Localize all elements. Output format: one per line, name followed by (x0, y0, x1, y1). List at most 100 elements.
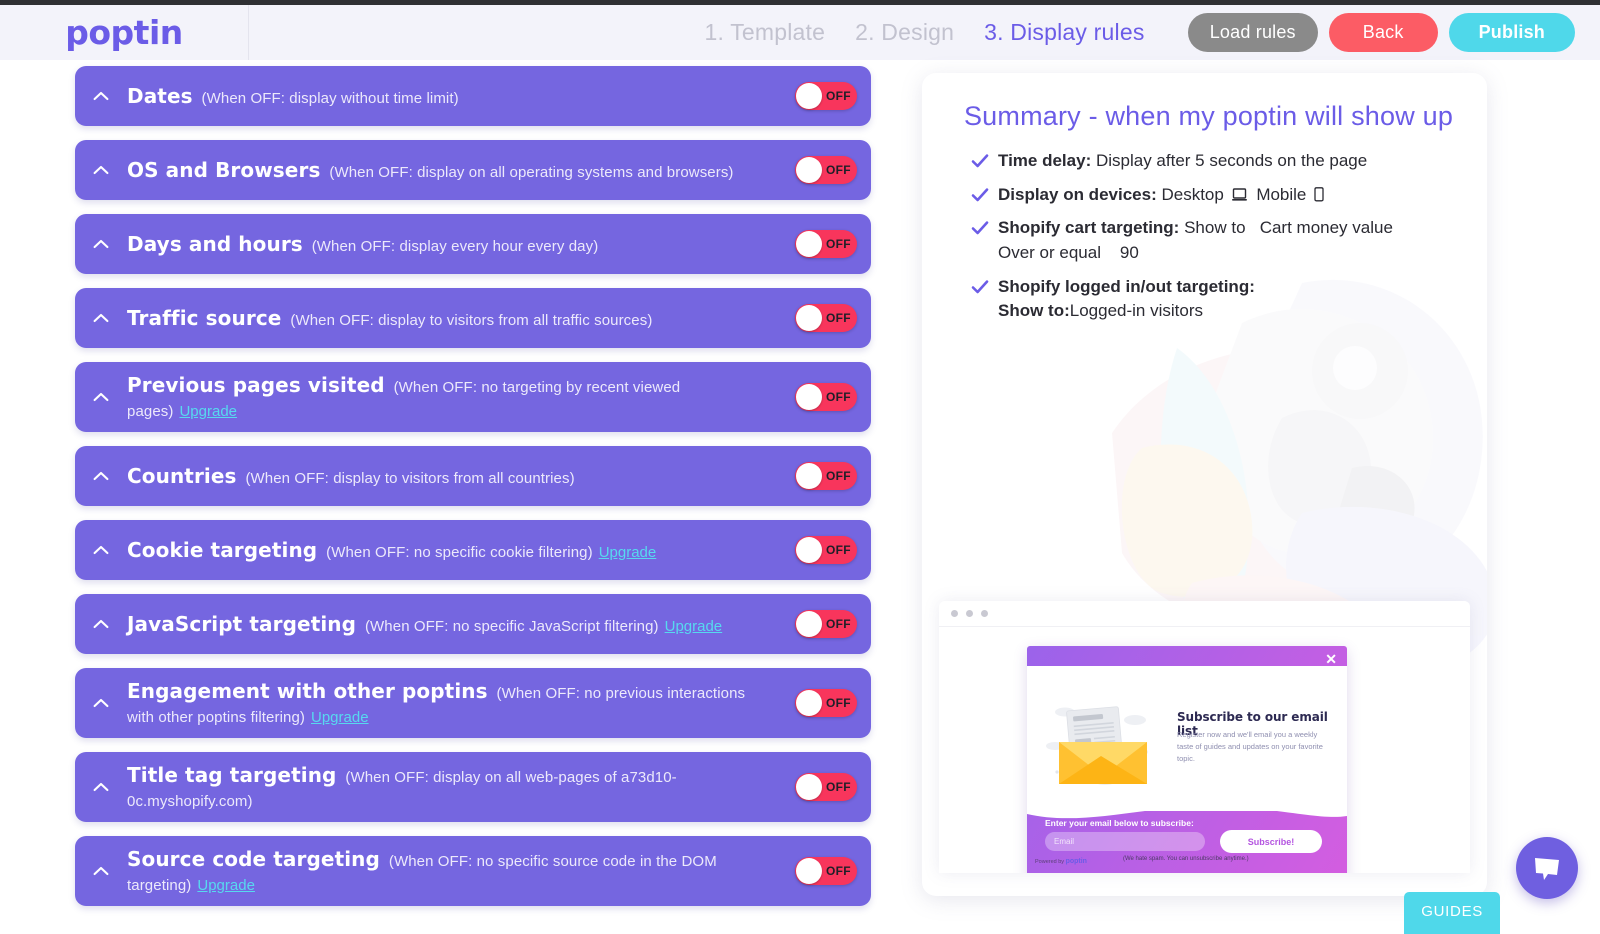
upgrade-link[interactable]: Upgrade (197, 877, 255, 894)
chevron-up-icon[interactable] (75, 239, 127, 249)
summary-item-display-devices: Display on devices: Desktop Mobile (969, 183, 1487, 208)
rule-title: Traffic source (127, 306, 282, 330)
chevron-up-icon[interactable] (75, 392, 127, 402)
toggle-state-label: OFF (826, 311, 851, 325)
app-root: poptin 1. Template 2. Design 3. Display … (0, 0, 1600, 934)
summary-sublabel: Show to: (998, 301, 1070, 321)
rule-description: (When OFF: no specific JavaScript filter… (364, 618, 659, 635)
chevron-up-icon[interactable] (75, 619, 127, 629)
rule-title: Source code targeting (127, 847, 380, 871)
toggle-knob (796, 231, 822, 257)
rule-row[interactable]: Title tag targeting (When OFF: display o… (75, 752, 871, 822)
summary-subvalue: Over or equal 90 (998, 242, 1139, 262)
chat-fab-button[interactable] (1516, 837, 1578, 899)
toggle-knob (796, 690, 822, 716)
popup-subscribe-button[interactable]: Subscribe! (1220, 830, 1322, 853)
powered-prefix: Powered by (1035, 859, 1065, 865)
rule-toggle[interactable]: OFF (795, 536, 857, 564)
rule-row[interactable]: Dates (When OFF: display without time li… (75, 66, 871, 126)
summary-item-cart-targeting: Shopify cart targeting: Show to Cart mon… (969, 216, 1487, 265)
check-icon (971, 154, 989, 168)
rule-row[interactable]: Traffic source (When OFF: display to vis… (75, 288, 871, 348)
step-display-rules[interactable]: 3. Display rules (984, 19, 1144, 46)
rule-body: Traffic source (When OFF: display to vis… (127, 303, 871, 333)
rule-row[interactable]: Countries (When OFF: display to visitors… (75, 446, 871, 506)
popup-subtext: Register now and we'll email you a weekl… (1177, 730, 1323, 763)
summary-label: Display on devices: (998, 184, 1157, 204)
toggle-knob (796, 858, 822, 884)
mock-dot-red (951, 610, 958, 617)
chevron-up-icon[interactable] (75, 782, 127, 792)
rule-row[interactable]: Days and hours (When OFF: display every … (75, 214, 871, 274)
rule-row[interactable]: JavaScript targeting (When OFF: no speci… (75, 594, 871, 654)
popup-powered-by: Powered by poptin (1035, 858, 1087, 865)
summary-label: Time delay: (998, 151, 1092, 170)
upgrade-link[interactable]: Upgrade (599, 544, 657, 561)
poptin-logo[interactable]: poptin (0, 5, 249, 60)
rule-body: Days and hours (When OFF: display every … (127, 229, 871, 259)
rule-toggle[interactable]: OFF (795, 857, 857, 885)
rule-toggle[interactable]: OFF (795, 773, 857, 801)
chevron-up-icon[interactable] (75, 698, 127, 708)
rule-title: Previous pages visited (127, 373, 385, 397)
summary-value: Display after 5 seconds on the page (1095, 151, 1368, 170)
toggle-knob (796, 384, 822, 410)
chevron-up-icon[interactable] (75, 91, 127, 101)
rule-description: (When OFF: no specific cookie filtering) (326, 544, 593, 561)
load-rules-button[interactable]: Load rules (1187, 13, 1318, 52)
rule-toggle[interactable]: OFF (795, 610, 857, 638)
upgrade-link[interactable]: Upgrade (311, 709, 369, 726)
rule-row[interactable]: Previous pages visited (When OFF: no tar… (75, 362, 871, 432)
rule-title: Dates (127, 84, 193, 108)
rule-row[interactable]: OS and Browsers (When OFF: display on al… (75, 140, 871, 200)
chevron-up-icon[interactable] (75, 545, 127, 555)
rule-body: Dates (When OFF: display without time li… (127, 81, 871, 111)
toggle-state-label: OFF (826, 780, 851, 794)
poptin-logo-text: poptin (65, 13, 183, 52)
summary-label: Shopify cart targeting: (998, 218, 1180, 238)
rule-row[interactable]: Cookie targeting (When OFF: no specific … (75, 520, 871, 580)
rule-toggle[interactable]: OFF (795, 462, 857, 490)
rule-description: (When OFF: display on all operating syst… (329, 164, 734, 181)
upgrade-link[interactable]: Upgrade (665, 618, 723, 635)
envelope-illustration (1046, 706, 1148, 785)
rule-body: Cookie targeting (When OFF: no specific … (127, 535, 871, 565)
rule-title: Engagement with other poptins (127, 679, 488, 703)
powered-brand: poptin (1065, 858, 1087, 865)
mobile-icon (1314, 186, 1324, 202)
back-button[interactable]: Back (1328, 13, 1438, 52)
summary-subvalue: Logged-in visitors (1069, 301, 1204, 321)
popup-close-icon[interactable]: ✕ (1325, 652, 1337, 666)
chevron-up-icon[interactable] (75, 313, 127, 323)
step-design[interactable]: 2. Design (855, 19, 954, 46)
chevron-up-icon[interactable] (75, 471, 127, 481)
guides-tab-button[interactable]: GUIDES (1404, 892, 1500, 934)
toggle-state-label: OFF (826, 390, 851, 404)
rule-toggle[interactable]: OFF (795, 230, 857, 258)
publish-button[interactable]: Publish (1448, 13, 1575, 52)
summary-label: Shopify logged in/out targeting: (998, 276, 1255, 296)
rule-body: JavaScript targeting (When OFF: no speci… (127, 609, 871, 639)
rule-description: (When OFF: display every hour every day) (311, 238, 599, 255)
chevron-up-icon[interactable] (75, 165, 127, 175)
upgrade-link[interactable]: Upgrade (179, 403, 237, 420)
rule-row[interactable]: Engagement with other poptins (When OFF:… (75, 668, 871, 738)
toggle-knob (796, 611, 822, 637)
rule-description: (When OFF: display to visitors from all … (245, 470, 575, 487)
rule-toggle[interactable]: OFF (795, 304, 857, 332)
check-icon (971, 187, 989, 201)
toggle-state-label: OFF (826, 617, 851, 631)
rule-toggle[interactable]: OFF (795, 156, 857, 184)
rule-toggle[interactable]: OFF (795, 82, 857, 110)
check-icon (971, 279, 989, 293)
rule-row[interactable]: Source code targeting (When OFF: no spec… (75, 836, 871, 906)
rule-toggle[interactable]: OFF (795, 689, 857, 717)
popup-email-input[interactable]: Email (1045, 832, 1205, 851)
header-actions: Load rules Back Publish (1187, 5, 1575, 60)
rule-body: Previous pages visited (When OFF: no tar… (127, 370, 871, 424)
step-template[interactable]: 1. Template (704, 19, 825, 46)
popup-preview[interactable]: ✕ Subscribe to our email list Register n… (1027, 646, 1347, 873)
popup-spam-note: (We hate spam. You can unsubscribe anyti… (1123, 856, 1249, 862)
rule-toggle[interactable]: OFF (795, 383, 857, 411)
chevron-up-icon[interactable] (75, 866, 127, 876)
